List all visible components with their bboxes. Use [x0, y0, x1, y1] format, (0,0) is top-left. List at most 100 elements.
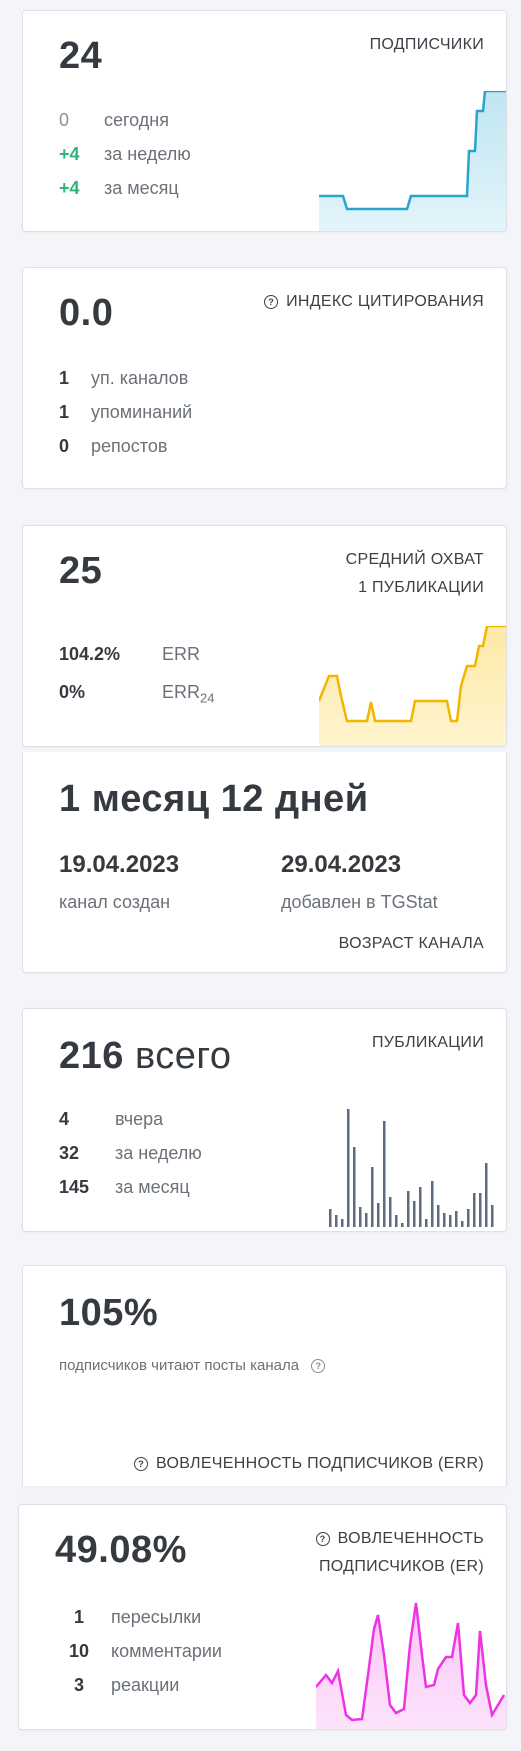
question-circle-icon[interactable]: ? [315, 1532, 330, 1546]
publications-bar [335, 1215, 338, 1227]
er-title-line1-label: ВОВЛЕЧЕННОСТЬ [337, 1530, 484, 1547]
er-title-line1: ? ВОВЛЕЧЕННОСТЬ [315, 1525, 484, 1553]
publications-week-row: 32 за неделю [59, 1141, 202, 1165]
publications-week-value: 32 [59, 1143, 80, 1163]
subscribers-today-row: 0 сегодня [59, 108, 169, 132]
citation-mentions-row: 1 упоминаний [59, 400, 192, 424]
channel-age-title: ВОЗРАСТ КАНАЛА [338, 935, 484, 952]
question-circle-icon[interactable]: ? [311, 1359, 326, 1373]
er-comments-row: 10 комментарии [59, 1639, 222, 1663]
publications-bar [413, 1201, 416, 1227]
publications-yesterday-value: 4 [59, 1109, 70, 1129]
subscribers-today-label: сегодня [104, 110, 169, 130]
publications-bar [395, 1215, 398, 1227]
publications-title: ПУБЛИКАЦИИ [372, 1034, 484, 1051]
publications-bar [347, 1109, 350, 1227]
publications-bar [479, 1193, 482, 1227]
citation-reposts-label: репостов [91, 436, 168, 456]
publications-bar [437, 1205, 440, 1227]
subscribers-week-label: за неделю [104, 144, 191, 164]
publications-total-value: 216 [59, 1035, 124, 1077]
publications-bar [341, 1219, 344, 1227]
publications-bar [449, 1215, 452, 1227]
er-reactions-value: 3 [73, 1675, 84, 1695]
publications-bar [371, 1167, 374, 1227]
question-circle-icon[interactable]: ? [264, 295, 279, 309]
publications-bar [377, 1203, 380, 1227]
publications-bar [407, 1191, 410, 1227]
reach-err24-value: 0% [59, 682, 86, 702]
subscribers-month-label: за месяц [104, 178, 179, 198]
er-reactions-label: реакции [111, 1675, 180, 1695]
er-forwards-label: пересылки [111, 1607, 202, 1627]
citation-mentions-label: упоминаний [91, 402, 193, 422]
err-title-label: ВОВЛЕЧЕННОСТЬ ПОДПИСЧИКОВ (ERR) [156, 1455, 484, 1472]
subscribers-today-value: 0 [59, 110, 70, 130]
publications-bar [485, 1163, 488, 1227]
err-description: подписчиков читают посты канала ? [59, 1354, 333, 1378]
subscribers-sparkline [319, 91, 506, 231]
er-sparkline [316, 1602, 506, 1729]
publications-bar [431, 1181, 434, 1227]
er-comments-label: комментарии [111, 1641, 222, 1661]
channel-created-label: канал создан [59, 892, 171, 912]
er-forwards-value: 1 [73, 1607, 84, 1627]
publications-total-word: всего [134, 1035, 232, 1077]
publications-bar [329, 1209, 332, 1227]
subscribers-month-row: +4 за месяц [59, 176, 179, 200]
er-value: 49.08% [55, 1529, 187, 1571]
citation-index-value: 0.0 [59, 292, 114, 334]
err-description-text: подписчиков читают посты канала [59, 1357, 300, 1374]
publications-month-label: за месяц [115, 1177, 190, 1197]
publications-bar-chart [329, 1109, 494, 1227]
publications-bar [461, 1221, 464, 1227]
citation-title-label: ИНДЕКС ЦИТИРОВАНИЯ [286, 293, 484, 310]
channel-added-date: 29.04.2023 [281, 851, 402, 878]
er-reactions-row: 3 реакции [59, 1673, 179, 1697]
channel-added-label: добавлен в TGStat [281, 892, 438, 912]
publications-bar [365, 1213, 368, 1227]
reach-sparkline [319, 626, 506, 746]
publications-card[interactable]: 216 всего ПУБЛИКАЦИИ 4 вчера 32 за неделю … [22, 1008, 507, 1232]
subscribers-card[interactable]: 24 ПОДПИСЧИКИ 0 сегодня +4 за неделю +4 за … [22, 10, 507, 232]
reach-title-line2: 1 ПУБЛИКАЦИИ [358, 579, 484, 596]
question-circle-icon[interactable]: ? [134, 1457, 149, 1471]
reach-err24-row: 0% ERR24 [59, 680, 214, 711]
reach-err-value: 104.2% [59, 644, 121, 664]
subscribers-month-value: +4 [59, 178, 80, 198]
reach-title-line1: СРЕДНИЙ ОХВАТ [345, 551, 484, 568]
er-title: ? ВОВЛЕЧЕННОСТЬ ПОДПИСЧИКОВ (ER) [315, 1525, 484, 1581]
reach-value: 25 [59, 550, 103, 592]
er-comments-value: 10 [68, 1641, 90, 1661]
publications-bar [401, 1223, 404, 1227]
reach-err-label: ERR [162, 644, 201, 664]
citation-title: ? ИНДЕКС ЦИТИРОВАНИЯ [264, 288, 484, 316]
er-forwards-row: 1 пересылки [59, 1605, 201, 1629]
publications-bar [389, 1197, 392, 1227]
citation-channels-value: 1 [59, 368, 70, 388]
publications-bar [467, 1209, 470, 1227]
channel-age-value: 1 месяц 12 дней [59, 778, 369, 820]
publications-bar [443, 1213, 446, 1227]
publications-bar [419, 1187, 422, 1227]
er-card[interactable]: 49.08% ? ВОВЛЕЧЕННОСТЬ ПОДПИСЧИКОВ (ER) 1… [18, 1504, 507, 1730]
publications-bar [383, 1121, 386, 1227]
citation-channels-row: 1 уп. каналов [59, 366, 188, 390]
subscribers-week-value: +4 [59, 144, 80, 164]
channel-created-date: 19.04.2023 [59, 851, 180, 878]
reach-title: СРЕДНИЙ ОХВАТ 1 ПУБЛИКАЦИИ [346, 546, 484, 602]
publications-bar [455, 1211, 458, 1227]
channel-age-card[interactable]: 1 месяц 12 дней 19.04.2023 канал создан … [22, 752, 507, 973]
subscribers-title: ПОДПИСЧИКИ [369, 36, 484, 53]
publications-total: 216 всего [59, 1035, 232, 1078]
reach-err-row: 104.2% ERR [59, 642, 200, 666]
citation-card[interactable]: 0.0 ? ИНДЕКС ЦИТИРОВАНИЯ 1 уп. каналов 1 уп… [22, 267, 507, 489]
reach-card[interactable]: 25 СРЕДНИЙ ОХВАТ 1 ПУБЛИКАЦИИ 104.2% ERR … [22, 525, 507, 747]
publications-bar [491, 1205, 494, 1227]
reach-err24-subscript: 24 [200, 690, 215, 706]
publications-bar [425, 1219, 428, 1227]
publications-bar [473, 1193, 476, 1227]
subscribers-count: 24 [59, 35, 103, 77]
subscribers-week-row: +4 за неделю [59, 142, 191, 166]
err-card[interactable]: 105% подписчиков читают посты канала ? ?… [22, 1265, 507, 1486]
